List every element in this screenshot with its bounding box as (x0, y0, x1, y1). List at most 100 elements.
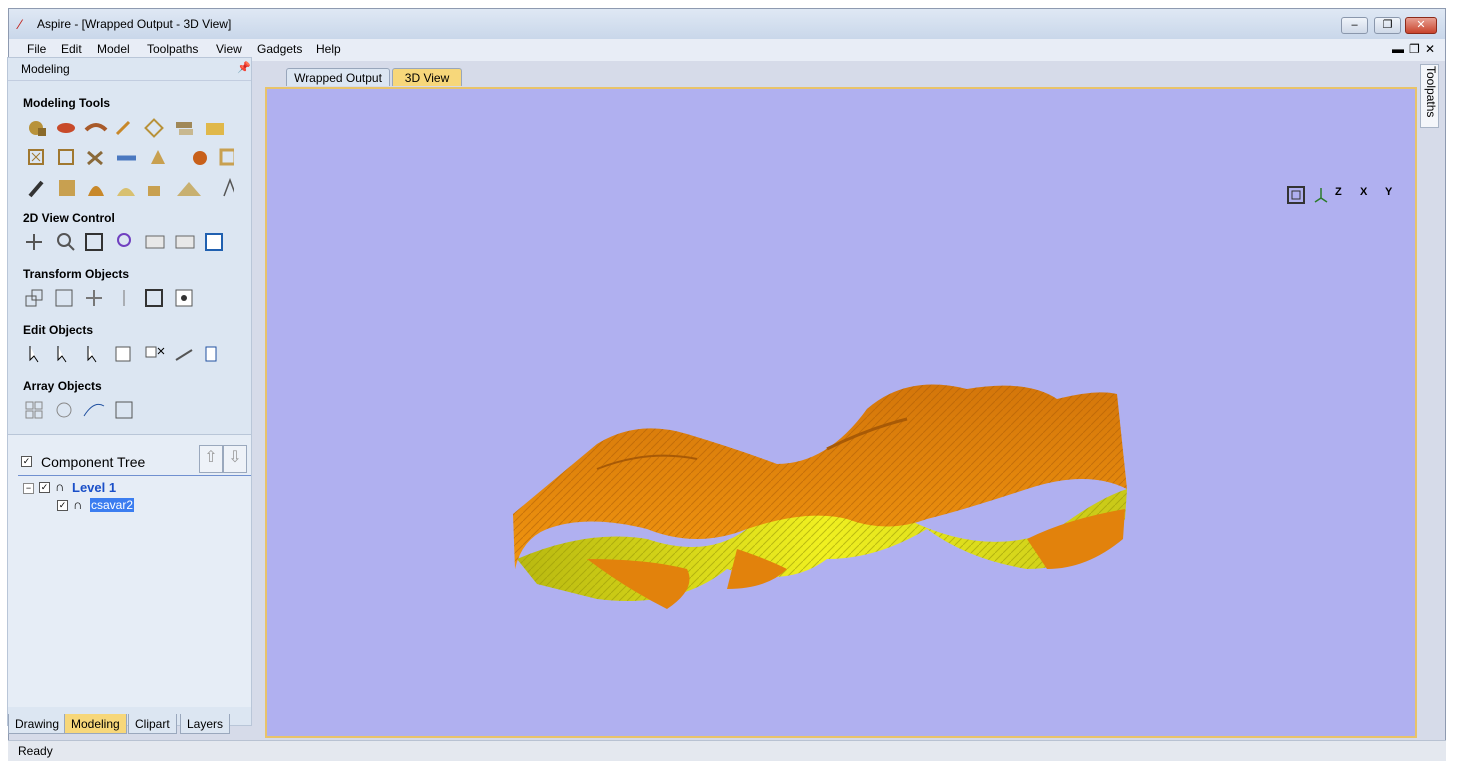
measure-icon[interactable] (175, 349, 193, 361)
pin-icon[interactable]: 📌 (237, 61, 251, 74)
iso-view-icon[interactable] (1311, 186, 1329, 204)
zoom-icon[interactable] (57, 233, 75, 251)
zoom-box-icon[interactable] (145, 235, 165, 249)
modeling-panel: Modeling 📌 Modeling Tools 2D View Contro… (7, 57, 252, 734)
fade-icon[interactable] (88, 186, 104, 196)
sphere-icon[interactable] (193, 151, 207, 165)
two-rail-sweep-icon[interactable] (84, 123, 108, 132)
menu-model[interactable]: Model (97, 42, 130, 56)
slice-icon[interactable] (176, 122, 193, 135)
maximize-button[interactable]: ❐ (1374, 17, 1401, 34)
move-icon[interactable] (25, 289, 43, 307)
folder-open-icon[interactable] (206, 123, 224, 135)
lock-component-icon[interactable] (148, 186, 160, 196)
divider (18, 475, 251, 476)
align-icon[interactable] (86, 290, 102, 306)
level-label[interactable]: Level 1 (72, 480, 116, 495)
move-component-icon[interactable] (87, 150, 103, 166)
view-y-icon[interactable]: Y (1385, 186, 1403, 204)
block-copy-icon[interactable] (25, 401, 43, 419)
component-tree-panel: ✓ Component Tree ⇧ ⇩ − ✓ ∩ Level 1 ✓ ∩ c… (8, 434, 251, 707)
window-title: Aspire - [Wrapped Output - 3D View] (37, 17, 232, 31)
delete-icon[interactable] (145, 346, 165, 358)
component-tree-checkbox[interactable]: ✓ (21, 456, 32, 467)
component-tree-title: Component Tree (41, 454, 146, 470)
copy-along-vector-icon[interactable] (83, 403, 105, 417)
zoom-selection-icon[interactable] (117, 233, 131, 247)
layers-stack-icon[interactable] (177, 182, 201, 196)
title-bar: ⁄ Aspire - [Wrapped Output - 3D View] – … (9, 9, 1445, 39)
section-2d-view-control: 2D View Control (23, 211, 115, 225)
mdi-minimize-button[interactable]: ▬ (1392, 42, 1404, 56)
view-x-icon[interactable]: X (1360, 186, 1378, 204)
close-button[interactable]: ✕ (1405, 17, 1437, 34)
item-checkbox[interactable]: ✓ (57, 500, 68, 511)
transform-row (25, 289, 193, 307)
panel-header: Modeling 📌 (8, 58, 251, 81)
menu-edit[interactable]: Edit (61, 42, 82, 56)
tab-layers[interactable]: Layers (180, 714, 231, 734)
menu-file[interactable]: File (27, 42, 46, 56)
menu-toolpaths[interactable]: Toolpaths (147, 42, 198, 56)
collapse-icon[interactable]: − (23, 483, 34, 494)
tab-clipart[interactable]: Clipart (128, 714, 177, 734)
section-transform-objects: Transform Objects (23, 267, 130, 281)
distort-icon[interactable] (145, 289, 163, 307)
wrench-icon[interactable] (28, 180, 44, 198)
sculpt-icon[interactable] (57, 123, 75, 133)
texture-icon[interactable] (59, 180, 75, 196)
page-view-icon[interactable] (205, 233, 223, 251)
node-edit-icon[interactable] (57, 346, 67, 363)
transform-select-icon[interactable] (87, 346, 97, 363)
offset-icon[interactable] (205, 346, 217, 362)
dome-icon[interactable] (117, 188, 135, 196)
tab-wrapped-output[interactable]: Wrapped Output (286, 68, 390, 86)
split-view-icon[interactable] (175, 235, 195, 249)
component-item-csavar2[interactable]: csavar2 (90, 498, 135, 512)
mdi-restore-button[interactable]: ❐ (1409, 42, 1420, 56)
component-square-icon[interactable] (58, 149, 74, 165)
zoom-extents-icon[interactable] (85, 233, 103, 251)
level-checkbox[interactable]: ✓ (39, 482, 50, 493)
tab-drawing[interactable]: Drawing (8, 714, 67, 734)
section-modeling-tools: Modeling Tools (23, 96, 111, 110)
fit-view-icon[interactable] (1287, 186, 1305, 204)
menu-help[interactable]: Help (316, 42, 341, 56)
tab-modeling[interactable]: Modeling (64, 714, 127, 734)
build-shape-icon[interactable] (144, 118, 164, 138)
create-shape-icon[interactable] (29, 121, 46, 136)
bottom-tabs: Drawing Modeling Clipart Layers (8, 714, 251, 736)
edit-row (29, 346, 217, 363)
menu-gadgets[interactable]: Gadgets (257, 42, 302, 56)
select-icon[interactable] (29, 346, 39, 363)
vertex-icon[interactable] (223, 177, 234, 197)
section-array-objects: Array Objects (23, 379, 102, 393)
3d-viewport[interactable]: Z X Y (265, 87, 1417, 738)
tilt-icon[interactable] (151, 150, 165, 164)
nesting-icon[interactable] (115, 401, 133, 419)
move-up-button[interactable]: ⇧ (199, 445, 223, 473)
circular-copy-icon[interactable] (56, 402, 72, 418)
section-edit-objects: Edit Objects (23, 323, 94, 337)
modeling-tools-grid (28, 118, 234, 198)
extrude-icon[interactable] (115, 120, 131, 136)
component-icon: ∩ (73, 497, 83, 512)
interactive-trim-icon[interactable] (115, 346, 131, 362)
wrapped-model-render (513, 384, 1127, 609)
mdi-close-button[interactable]: ✕ (1425, 42, 1435, 56)
set-position-icon[interactable] (175, 289, 193, 307)
tab-3d-view[interactable]: 3D View (392, 68, 462, 86)
scale-icon[interactable] (55, 289, 73, 307)
menu-view[interactable]: View (216, 42, 242, 56)
level-icon: ∩ (55, 479, 65, 494)
component-bounds-icon[interactable] (28, 149, 44, 165)
view-z-icon[interactable]: Z (1335, 186, 1353, 204)
status-bar: Ready (8, 740, 1446, 761)
move-down-button[interactable]: ⇩ (223, 445, 247, 473)
array-row (25, 401, 133, 419)
minimize-button[interactable]: – (1341, 17, 1368, 34)
frame-icon[interactable] (219, 148, 234, 166)
pan-icon[interactable] (26, 234, 42, 250)
status-text: Ready (18, 744, 53, 758)
toolpaths-label: Toolpaths (1424, 66, 1438, 118)
